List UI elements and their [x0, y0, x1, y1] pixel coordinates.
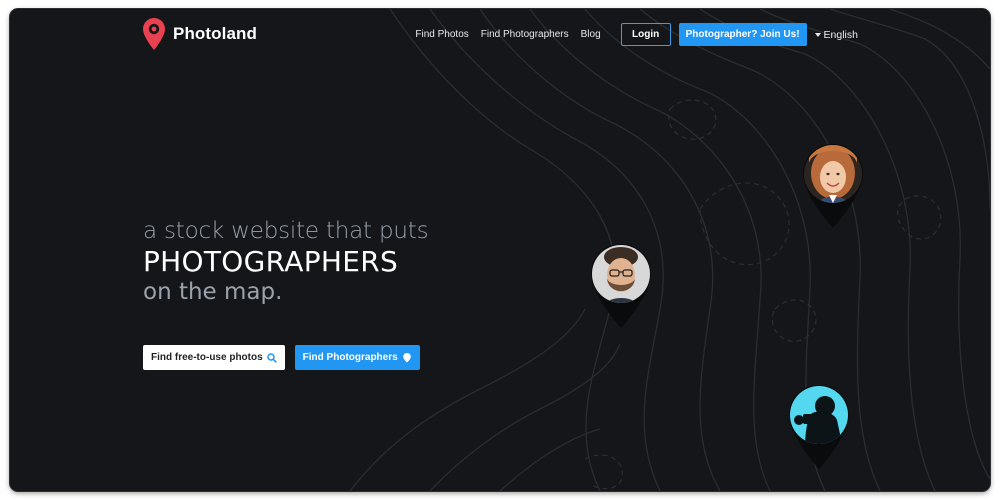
find-photographers-button[interactable]: Find Photographers	[294, 345, 420, 370]
brand-logo[interactable]: Photoland	[143, 18, 257, 50]
find-photos-button[interactable]: Find free-to-use photos	[143, 345, 285, 370]
page-frame: Photoland Find Photos Find Photographers…	[10, 9, 990, 491]
hero-line-3: on the map.	[143, 279, 283, 305]
find-photographers-label: Find Photographers	[302, 352, 398, 363]
hero-headline: a stock website that puts PHOTOGRAPHERS …	[143, 218, 429, 305]
map-pin-icon	[143, 18, 165, 50]
woman-photographer-avatar	[804, 145, 862, 203]
balloon-pin-icon	[402, 352, 411, 363]
cta-row: Find free-to-use photos Find Photographe…	[143, 345, 420, 370]
caret-down-icon	[814, 32, 821, 37]
nav-link-find-photographers[interactable]: Find Photographers	[481, 29, 569, 40]
join-button[interactable]: Photographer? Join Us!	[678, 23, 807, 46]
top-navigation: Find Photos Find Photographers Blog Logi…	[415, 23, 858, 46]
hero-line-2: PHOTOGRAPHERS	[143, 245, 399, 278]
woman-photographer-pin[interactable]	[801, 143, 865, 229]
login-button[interactable]: Login	[620, 23, 671, 46]
language-selector[interactable]: English	[814, 28, 858, 41]
silhouette-photographer-pin[interactable]	[787, 384, 851, 470]
man-photographer-avatar	[592, 245, 650, 303]
hero-line-1: a stock website that puts	[143, 218, 429, 244]
brand-name: Photoland	[173, 24, 257, 43]
silhouette-photographer-avatar	[790, 386, 848, 444]
language-label: English	[823, 28, 858, 41]
find-photos-label: Find free-to-use photos	[151, 352, 263, 363]
man-photographer-pin[interactable]	[589, 243, 653, 329]
search-icon	[266, 352, 277, 363]
nav-link-find-photos[interactable]: Find Photos	[415, 29, 468, 40]
nav-link-blog[interactable]: Blog	[581, 29, 601, 40]
